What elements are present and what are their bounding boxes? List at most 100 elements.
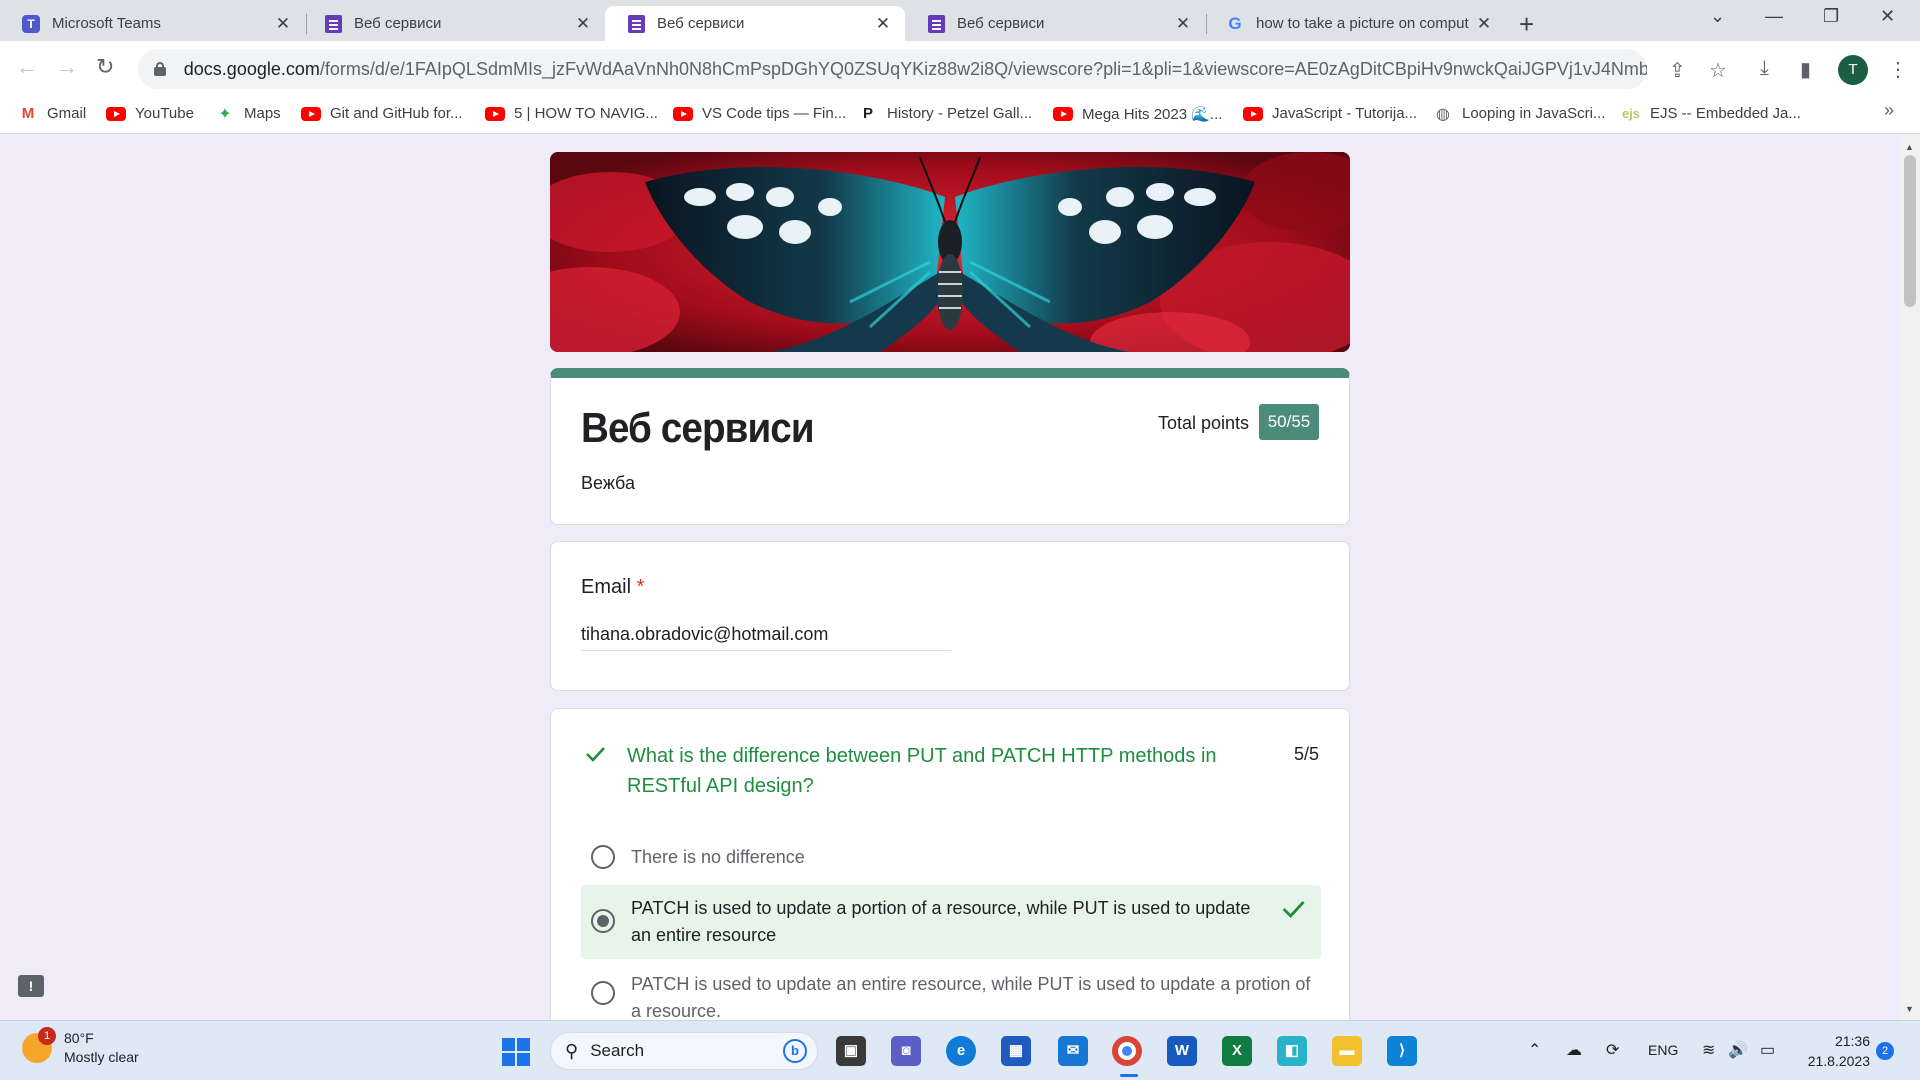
tab-google-search[interactable]: G how to take a picture on comput ✕ bbox=[1204, 6, 1506, 41]
file-explorer-icon[interactable]: ▬ bbox=[1332, 1036, 1362, 1066]
side-panel-icon[interactable]: ▮ bbox=[1800, 57, 1811, 82]
bookmark-youtube[interactable]: YouTube bbox=[106, 105, 194, 122]
azure-data-studio-icon[interactable]: ◧ bbox=[1277, 1036, 1307, 1066]
report-feedback-icon[interactable]: ! bbox=[18, 975, 44, 997]
radio-button-selected[interactable] bbox=[591, 909, 615, 933]
bookmarks-overflow-icon[interactable]: » bbox=[1884, 100, 1894, 121]
weather-text: 80°F Mostly clear bbox=[64, 1029, 139, 1067]
tab-veb-servisi-3[interactable]: Веб сервиси ✕ bbox=[905, 6, 1205, 41]
tab-microsoft-teams[interactable]: T Microsoft Teams ✕ bbox=[0, 6, 305, 41]
share-icon[interactable]: ⇪ bbox=[1669, 58, 1686, 83]
email-value: tihana.obradovic@hotmail.com bbox=[581, 624, 951, 651]
google-icon: G bbox=[1228, 13, 1242, 33]
wifi-icon[interactable]: ≋ bbox=[1702, 1040, 1715, 1060]
teams-chat-icon[interactable]: ◙ bbox=[891, 1036, 921, 1066]
close-tab-icon[interactable]: ✕ bbox=[273, 14, 293, 34]
start-windows-icon[interactable] bbox=[502, 1038, 530, 1066]
bookmark-vscode-tips[interactable]: VS Code tips — Fin... bbox=[673, 105, 846, 122]
required-asterisk: * bbox=[636, 576, 645, 598]
tab-search-chevron-icon[interactable]: ⌄ bbox=[1710, 6, 1725, 27]
tab-title: Веб сервиси bbox=[657, 15, 745, 32]
edge-icon[interactable]: e bbox=[946, 1036, 976, 1066]
microsoft-store-icon[interactable]: ▦ bbox=[1001, 1036, 1031, 1066]
answer-option[interactable]: PATCH is used to update an entire resour… bbox=[581, 971, 1321, 1020]
windows-taskbar: 1 80°F Mostly clear ⚲ Search b ▣ ◙ e ▦ ✉… bbox=[0, 1020, 1920, 1080]
youtube-icon bbox=[1053, 107, 1073, 121]
question-card: What is the difference between PUT and P… bbox=[550, 708, 1350, 1020]
radio-button[interactable] bbox=[591, 845, 615, 869]
question-score: 5/5 bbox=[1293, 744, 1319, 764]
question-text: What is the difference between PUT and P… bbox=[627, 745, 1217, 797]
weather-badge: 1 bbox=[38, 1027, 56, 1045]
sync-icon[interactable]: ⟳ bbox=[1606, 1040, 1619, 1060]
google-forms-icon bbox=[627, 14, 645, 33]
close-tab-icon[interactable]: ✕ bbox=[1474, 14, 1494, 34]
youtube-icon bbox=[106, 106, 126, 121]
bookmark-looping-javascript[interactable]: ◍ Looping in JavaScri... bbox=[1433, 105, 1605, 123]
bookmark-label: EJS -- Embedded Ja... bbox=[1650, 105, 1801, 122]
forward-arrow-icon[interactable]: → bbox=[56, 54, 78, 80]
bookmark-label: Mega Hits 2023 🌊... bbox=[1082, 106, 1223, 123]
maps-icon: ✦ bbox=[218, 105, 232, 123]
page-scrollbar[interactable]: ▲ ▼ bbox=[1900, 135, 1920, 1020]
tab-veb-servisi-1[interactable]: Веб сервиси ✕ bbox=[302, 6, 605, 41]
bookmark-maps[interactable]: ✦ Maps bbox=[215, 105, 280, 123]
task-view-icon[interactable]: ▣ bbox=[836, 1036, 866, 1066]
more-menu-icon[interactable]: ⋮ bbox=[1888, 57, 1908, 82]
email-label-text: Email bbox=[581, 576, 632, 598]
close-tab-icon[interactable]: ✕ bbox=[573, 14, 593, 34]
close-tab-icon[interactable]: ✕ bbox=[873, 14, 893, 34]
battery-icon[interactable]: ▭ bbox=[1760, 1040, 1775, 1060]
taskbar-search[interactable]: ⚲ Search b bbox=[550, 1032, 818, 1070]
new-tab-plus-icon[interactable]: + bbox=[1519, 9, 1534, 40]
teams-icon: T bbox=[22, 14, 40, 33]
bookmark-git-github[interactable]: Git and GitHub for... bbox=[301, 105, 463, 122]
radio-button[interactable] bbox=[591, 981, 615, 1005]
weather-widget[interactable]: 1 80°F Mostly clear bbox=[22, 1027, 139, 1067]
tab-title: Веб сервиси bbox=[957, 15, 1045, 32]
globe-icon: ◍ bbox=[1436, 105, 1450, 123]
bookmark-mega-hits[interactable]: Mega Hits 2023 🌊... bbox=[1053, 105, 1222, 123]
scroll-up-arrow-icon[interactable]: ▲ bbox=[1905, 142, 1914, 152]
word-icon[interactable]: W bbox=[1167, 1036, 1197, 1066]
onedrive-cloud-icon[interactable]: ☁ bbox=[1566, 1040, 1582, 1060]
bookmark-star-icon[interactable]: ☆ bbox=[1709, 58, 1727, 83]
excel-icon[interactable]: X bbox=[1222, 1036, 1252, 1066]
answer-option-selected-correct[interactable]: PATCH is used to update a portion of a r… bbox=[581, 885, 1321, 959]
form-title: Веб сервиси bbox=[581, 404, 815, 451]
reload-icon[interactable]: ↻ bbox=[96, 54, 114, 80]
show-hidden-icons-chevron[interactable]: ⌃ bbox=[1528, 1040, 1541, 1060]
close-tab-icon[interactable]: ✕ bbox=[1173, 14, 1193, 34]
scroll-down-arrow-icon[interactable]: ▼ bbox=[1905, 1004, 1914, 1014]
profile-avatar[interactable]: T bbox=[1838, 55, 1868, 85]
volume-icon[interactable]: 🔊 bbox=[1728, 1040, 1748, 1060]
minimize-icon[interactable]: — bbox=[1765, 6, 1783, 27]
download-icon[interactable]: ⤓ bbox=[1760, 57, 1769, 80]
scroll-thumb[interactable] bbox=[1904, 155, 1916, 307]
answer-option[interactable]: There is no difference bbox=[581, 835, 1321, 871]
vscode-icon[interactable]: ⟩ bbox=[1387, 1036, 1417, 1066]
bookmark-label: VS Code tips — Fin... bbox=[702, 105, 847, 122]
clock[interactable]: 21:36 21.8.2023 bbox=[1800, 1031, 1870, 1071]
restore-icon[interactable]: ❐ bbox=[1823, 6, 1839, 27]
bookmark-petzel-gallery[interactable]: P History - Petzel Gall... bbox=[858, 105, 1032, 122]
bookmark-ejs[interactable]: ejs EJS -- Embedded Ja... bbox=[1621, 105, 1801, 122]
answer-option-text: PATCH is used to update a portion of a r… bbox=[631, 898, 1251, 945]
bookmark-how-to-navig[interactable]: 5 | HOW TO NAVIG... bbox=[485, 105, 658, 122]
notification-count-badge[interactable]: 2 bbox=[1876, 1042, 1894, 1060]
answer-option-text: There is no difference bbox=[631, 847, 805, 867]
bookmark-javascript-tutorija[interactable]: JavaScript - Tutorija... bbox=[1243, 105, 1417, 122]
tab-veb-servisi-active[interactable]: Веб сервиси ✕ bbox=[605, 6, 905, 41]
bookmark-gmail[interactable]: M Gmail bbox=[18, 105, 86, 122]
url-host: docs.google.com bbox=[183, 58, 320, 79]
mail-icon[interactable]: ✉ bbox=[1058, 1036, 1088, 1066]
form-page: Веб сервиси Total points 50/55 Вежба Ema… bbox=[0, 135, 1900, 1020]
chrome-icon[interactable] bbox=[1112, 1036, 1142, 1066]
bing-icon[interactable]: b bbox=[783, 1039, 807, 1063]
youtube-icon bbox=[301, 106, 321, 121]
close-window-icon[interactable]: ✕ bbox=[1880, 6, 1895, 27]
url-text[interactable]: docs.google.com/forms/d/e/1FAIpQLSdmMIs_… bbox=[184, 59, 1647, 80]
address-bar[interactable]: docs.google.com/forms/d/e/1FAIpQLSdmMIs_… bbox=[138, 49, 1727, 89]
back-arrow-icon[interactable]: ← bbox=[16, 54, 38, 80]
language-indicator[interactable]: ENG bbox=[1648, 1042, 1678, 1058]
